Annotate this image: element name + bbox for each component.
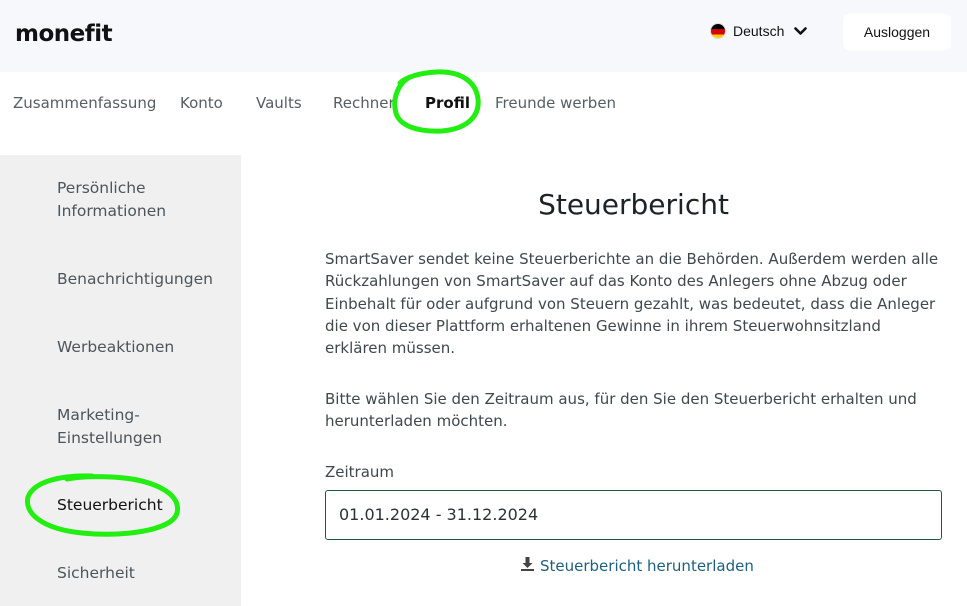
sidebar-item-persoenliche-informationen[interactable]: Persönliche Informationen <box>57 177 227 223</box>
chevron-down-icon <box>794 23 808 39</box>
nav-item-vaults[interactable]: Vaults <box>256 94 302 112</box>
tax-info-paragraph: SmartSaver sendet keine Steuerberichte a… <box>325 250 939 358</box>
highlight-circle-steuerbericht <box>24 473 180 537</box>
period-label: Zeitraum <box>325 463 395 481</box>
download-tax-report-link[interactable]: Steuerbericht herunterladen <box>520 556 754 576</box>
logo[interactable]: monefit <box>15 21 113 47</box>
download-icon <box>520 556 535 576</box>
nav-item-konto[interactable]: Konto <box>180 94 223 112</box>
language-label: Deutsch <box>733 23 785 39</box>
logout-button[interactable]: Ausloggen <box>843 14 951 50</box>
top-bar: monefit Deutsch Ausloggen <box>0 0 967 72</box>
sidebar-item-werbeaktionen[interactable]: Werbeaktionen <box>57 336 227 359</box>
nav-item-zusammenfassung[interactable]: Zusammenfassung <box>13 94 156 112</box>
period-instructions: Bitte wählen Sie den Zeitraum aus, für d… <box>325 390 917 431</box>
sidebar-item-benachrichtigungen[interactable]: Benachrichtigungen <box>57 268 227 291</box>
download-label: Steuerbericht herunterladen <box>540 557 754 575</box>
nav-item-freunde-werben[interactable]: Freunde werben <box>495 94 616 112</box>
page-title: Steuerbericht <box>538 188 729 221</box>
nav-item-rechner[interactable]: Rechner <box>333 94 395 112</box>
germany-flag-icon <box>710 23 726 39</box>
period-select[interactable]: 01.01.2024 - 31.12.2024 <box>325 490 942 540</box>
sidebar-item-marketing-einstellungen[interactable]: Marketing-Einstellungen <box>57 404 227 450</box>
main-nav: Zusammenfassung Konto Vaults Rechner Pro… <box>0 72 967 132</box>
language-selector[interactable]: Deutsch <box>710 23 808 39</box>
sidebar-item-sicherheit[interactable]: Sicherheit <box>57 562 227 585</box>
highlight-circle-profil <box>392 69 481 134</box>
